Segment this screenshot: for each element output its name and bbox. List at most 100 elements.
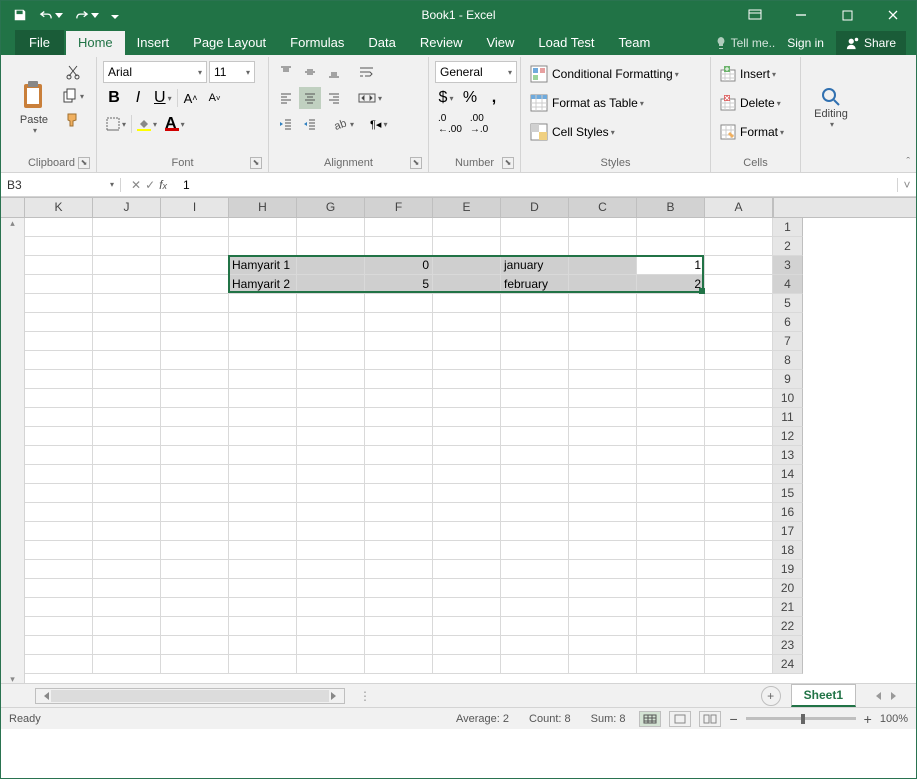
cell-G1[interactable] <box>297 218 365 237</box>
cell-A19[interactable] <box>705 560 773 579</box>
cell-B11[interactable] <box>637 408 705 427</box>
cell-H11[interactable] <box>229 408 297 427</box>
cell-A1[interactable] <box>705 218 773 237</box>
cell-G5[interactable] <box>297 294 365 313</box>
cell-B10[interactable] <box>637 389 705 408</box>
cell-J11[interactable] <box>93 408 161 427</box>
cell-F20[interactable] <box>365 579 433 598</box>
cell-I21[interactable] <box>161 598 229 617</box>
cell-F16[interactable] <box>365 503 433 522</box>
copy-button[interactable]: ▾ <box>59 85 87 107</box>
cell-D16[interactable] <box>501 503 569 522</box>
cell-J12[interactable] <box>93 427 161 446</box>
cell-C21[interactable] <box>569 598 637 617</box>
cell-C19[interactable] <box>569 560 637 579</box>
cell-A2[interactable] <box>705 237 773 256</box>
cell-F6[interactable] <box>365 313 433 332</box>
cell-F18[interactable] <box>365 541 433 560</box>
cell-I5[interactable] <box>161 294 229 313</box>
minimize-button[interactable] <box>778 1 824 29</box>
cell-J19[interactable] <box>93 560 161 579</box>
cell-C14[interactable] <box>569 465 637 484</box>
cell-H10[interactable] <box>229 389 297 408</box>
cell-C9[interactable] <box>569 370 637 389</box>
cell-D8[interactable] <box>501 351 569 370</box>
zoom-level[interactable]: 100% <box>880 713 908 725</box>
wrap-text-button[interactable] <box>355 61 379 83</box>
row-header-15[interactable]: 15 <box>773 484 803 503</box>
cell-J9[interactable] <box>93 370 161 389</box>
cell-I4[interactable] <box>161 275 229 294</box>
cell-K15[interactable] <box>25 484 93 503</box>
col-header-K[interactable]: K <box>25 198 93 218</box>
sheet-nav-next[interactable] <box>891 692 896 700</box>
cell-E16[interactable] <box>433 503 501 522</box>
horizontal-scrollbar[interactable] <box>35 688 345 704</box>
cell-H21[interactable] <box>229 598 297 617</box>
page-break-view-button[interactable] <box>699 711 721 727</box>
col-header-B[interactable]: B <box>637 198 705 218</box>
cell-A9[interactable] <box>705 370 773 389</box>
view-tab[interactable]: View <box>474 31 526 55</box>
cell-D19[interactable] <box>501 560 569 579</box>
sheet-tab[interactable]: Sheet1 <box>791 684 856 707</box>
qat-customize[interactable] <box>111 8 119 22</box>
name-box[interactable]: B3▾ <box>1 178 121 192</box>
cell-F3[interactable]: 0 <box>365 256 433 275</box>
cell-H24[interactable] <box>229 655 297 674</box>
cell-C8[interactable] <box>569 351 637 370</box>
clipboard-dialog-launcher[interactable]: ⬊ <box>78 157 90 169</box>
cell-I18[interactable] <box>161 541 229 560</box>
cell-E5[interactable] <box>433 294 501 313</box>
cell-E1[interactable] <box>433 218 501 237</box>
row-header-2[interactable]: 2 <box>773 237 803 256</box>
cell-C12[interactable] <box>569 427 637 446</box>
cell-E11[interactable] <box>433 408 501 427</box>
cell-I22[interactable] <box>161 617 229 636</box>
row-header-5[interactable]: 5 <box>773 294 803 313</box>
cell-G7[interactable] <box>297 332 365 351</box>
cell-E20[interactable] <box>433 579 501 598</box>
cell-G2[interactable] <box>297 237 365 256</box>
percent-format-button[interactable]: % <box>459 87 481 109</box>
cell-K6[interactable] <box>25 313 93 332</box>
align-middle-button[interactable] <box>299 61 321 83</box>
cell-B23[interactable] <box>637 636 705 655</box>
cell-I6[interactable] <box>161 313 229 332</box>
normal-view-button[interactable] <box>639 711 661 727</box>
cell-C23[interactable] <box>569 636 637 655</box>
cell-J17[interactable] <box>93 522 161 541</box>
cell-J5[interactable] <box>93 294 161 313</box>
cell-D15[interactable] <box>501 484 569 503</box>
fill-color-button[interactable]: ▾ <box>134 113 160 135</box>
cell-I15[interactable] <box>161 484 229 503</box>
cell-J15[interactable] <box>93 484 161 503</box>
zoom-slider[interactable] <box>746 717 856 720</box>
cell-B4[interactable]: 2 <box>637 275 705 294</box>
cell-A7[interactable] <box>705 332 773 351</box>
cell-F24[interactable] <box>365 655 433 674</box>
cell-G21[interactable] <box>297 598 365 617</box>
cell-G17[interactable] <box>297 522 365 541</box>
row-header-20[interactable]: 20 <box>773 579 803 598</box>
share-button[interactable]: Share <box>836 31 906 55</box>
text-direction-button[interactable]: ¶◂▾ <box>367 113 390 135</box>
cell-F10[interactable] <box>365 389 433 408</box>
cell-H7[interactable] <box>229 332 297 351</box>
cell-J2[interactable] <box>93 237 161 256</box>
cell-G18[interactable] <box>297 541 365 560</box>
cell-C3[interactable] <box>569 256 637 275</box>
cell-I11[interactable] <box>161 408 229 427</box>
cell-I3[interactable] <box>161 256 229 275</box>
font-name-combo[interactable]: Arial▾ <box>103 61 207 83</box>
cell-B5[interactable] <box>637 294 705 313</box>
cell-H4[interactable]: Hamyarit 2 <box>229 275 297 294</box>
cell-D4[interactable]: february <box>501 275 569 294</box>
cell-B21[interactable] <box>637 598 705 617</box>
cell-B24[interactable] <box>637 655 705 674</box>
cell-B20[interactable] <box>637 579 705 598</box>
cell-H15[interactable] <box>229 484 297 503</box>
cell-D24[interactable] <box>501 655 569 674</box>
cell-D10[interactable] <box>501 389 569 408</box>
cell-C2[interactable] <box>569 237 637 256</box>
